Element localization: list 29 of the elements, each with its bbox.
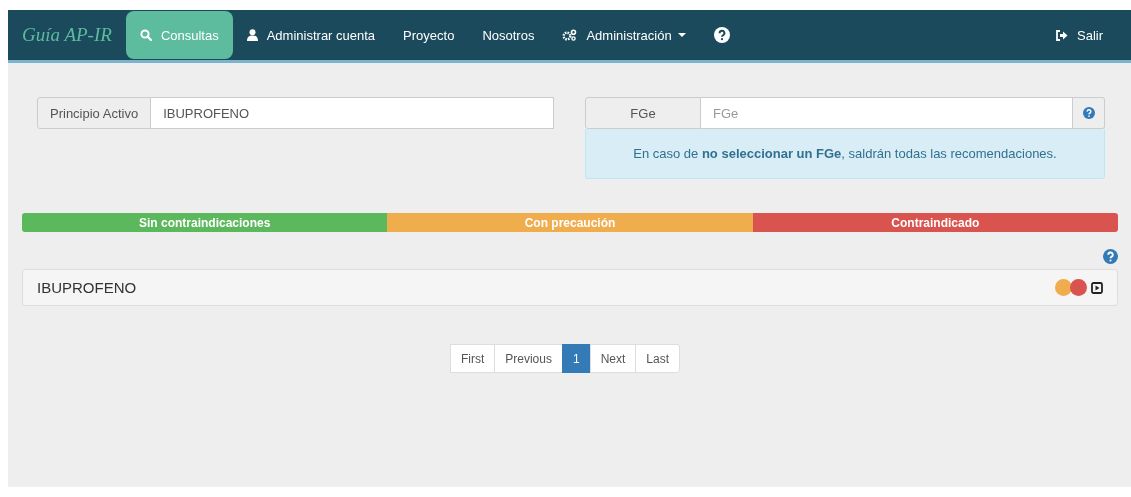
field-label: FGe [585, 97, 701, 129]
input-field[interactable]: FGe [701, 97, 1073, 129]
nav-tab[interactable]: Proyecto [389, 11, 469, 59]
help-icon [1103, 249, 1118, 264]
legend-segment: Contraindicado [752, 213, 1118, 232]
info-message: En caso de no seleccionar un FGe, saldrán todas las recomendaciones. [633, 146, 1057, 161]
legend-segment: Sin contraindicaciones [22, 213, 388, 232]
drug-name: IBUPROFENO [37, 279, 138, 296]
page-link[interactable]: 1 [561, 344, 591, 373]
page-link[interactable]: Previous [494, 344, 563, 373]
nav-tab[interactable]: Administrar cuenta [232, 11, 390, 59]
play-icon[interactable] [1091, 281, 1103, 294]
logout-link[interactable]: Salir [1042, 11, 1117, 59]
nav-tab[interactable]: Administración [548, 11, 700, 59]
result-panel[interactable]: IBUPROFENO [22, 269, 1118, 306]
help-icon [713, 27, 730, 43]
help-icon [1082, 107, 1095, 119]
legend-segment: Con precaución [387, 213, 753, 232]
page-link[interactable]: Next [589, 344, 637, 373]
sign-out-icon [1056, 29, 1068, 41]
page-link[interactable]: Last [635, 344, 681, 373]
page-link[interactable]: First [449, 344, 496, 373]
gears-icon [562, 29, 578, 41]
field-label: Principio Activo [37, 97, 152, 129]
nav-tab[interactable]: Nosotros [468, 11, 549, 59]
app-brand[interactable]: Guía AP-IR [22, 24, 112, 46]
input-field[interactable]: IBUPROFENO [151, 97, 555, 129]
search-icon [139, 29, 152, 41]
user-icon [246, 29, 258, 41]
